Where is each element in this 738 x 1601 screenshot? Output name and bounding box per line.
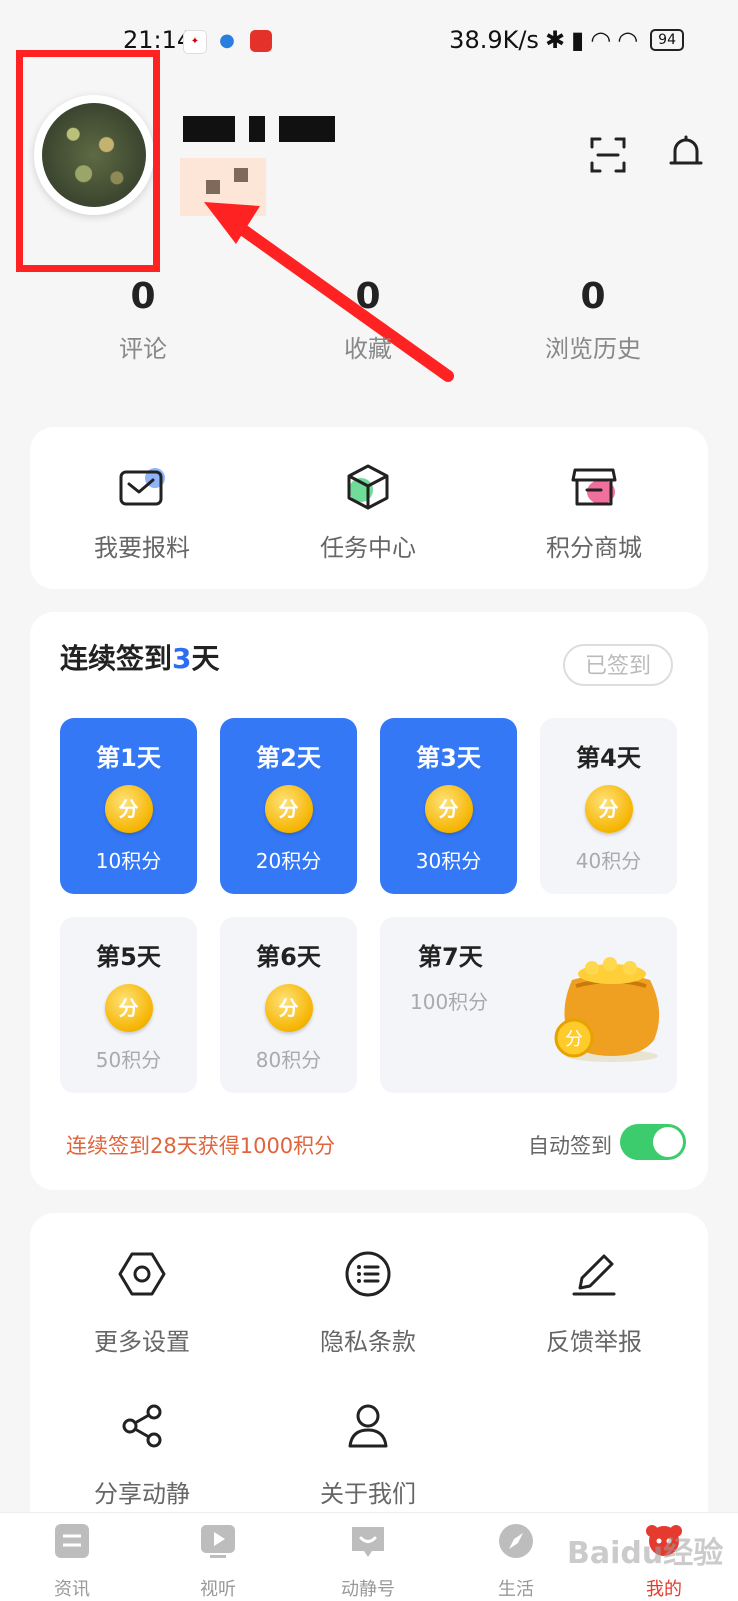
- pen-icon: [572, 1254, 616, 1296]
- settings-label: 隐私条款: [320, 1328, 416, 1356]
- video-icon: [201, 1525, 235, 1558]
- quick-action-report[interactable]: 我要报料: [42, 460, 242, 563]
- coin-icon: 分: [104, 984, 153, 1032]
- signin-day-1: 第1天 分 10积分: [60, 718, 197, 894]
- settings-feedback[interactable]: 反馈举报: [494, 1248, 694, 1357]
- signin-day-6: 第6天 分 80积分: [220, 917, 357, 1093]
- settings-label: 反馈举报: [546, 1328, 642, 1356]
- streak-count: 3: [172, 642, 192, 675]
- settings-more[interactable]: 更多设置: [42, 1248, 242, 1357]
- compass-icon: [499, 1524, 533, 1558]
- coin-icon: 分: [104, 785, 153, 833]
- quick-action-label: 任务中心: [320, 534, 416, 562]
- auto-signin-label: 自动签到: [528, 1134, 612, 1158]
- share-icon: [122, 1404, 162, 1448]
- quick-action-label: 积分商城: [546, 534, 642, 562]
- quick-action-store[interactable]: 积分商城: [494, 460, 694, 563]
- scan-icon[interactable]: [588, 135, 628, 175]
- coin-icon: 分: [584, 785, 633, 833]
- stat-label: 浏览历史: [545, 335, 641, 363]
- coin-icon: 分: [264, 785, 313, 833]
- stat-value: 0: [355, 276, 381, 317]
- bell-icon[interactable]: [665, 133, 707, 175]
- settings-privacy[interactable]: 隐私条款: [268, 1248, 468, 1357]
- stat-favorites[interactable]: 0 收藏: [293, 276, 443, 364]
- chat-icon: [352, 1527, 384, 1557]
- settings-share[interactable]: 分享动静: [42, 1400, 242, 1509]
- list-icon: [345, 1251, 391, 1297]
- signin-day-2: 第2天 分 20积分: [220, 718, 357, 894]
- nav-tab-life[interactable]: 生活: [466, 1521, 566, 1601]
- stat-value: 0: [130, 276, 156, 317]
- stat-history[interactable]: 0 浏览历史: [518, 276, 668, 364]
- mail-icon: [119, 468, 165, 506]
- stat-label: 收藏: [344, 335, 392, 363]
- money-bag-icon: 分: [554, 957, 660, 1062]
- watermark: Baidu经验: [567, 1536, 724, 1571]
- settings-label: 分享动静: [94, 1480, 190, 1508]
- nav-tab-video[interactable]: 视听: [168, 1521, 268, 1601]
- stat-comments[interactable]: 0 评论: [68, 276, 218, 364]
- stat-label: 评论: [119, 335, 167, 363]
- coin-icon: 分: [264, 984, 313, 1032]
- store-icon: [571, 468, 617, 506]
- quick-action-label: 我要报料: [94, 534, 190, 562]
- signin-card: [30, 612, 708, 1190]
- settings-label: 更多设置: [94, 1328, 190, 1356]
- signin-day-4: 第4天 分 40积分: [540, 718, 677, 894]
- signin-title: 连续签到3天: [60, 642, 220, 675]
- box-icon: [347, 464, 389, 510]
- person-icon: [348, 1404, 388, 1448]
- news-icon: [55, 1524, 89, 1558]
- nav-tab-chat[interactable]: 动静号: [318, 1521, 418, 1601]
- nav-tab-news[interactable]: 资讯: [22, 1521, 122, 1601]
- hexagon-settings-icon: [118, 1252, 166, 1296]
- svg-text:分: 分: [565, 1029, 583, 1050]
- settings-label: 关于我们: [320, 1480, 416, 1508]
- signin-day-3: 第3天 分 30积分: [380, 718, 517, 894]
- stat-value: 0: [580, 276, 606, 317]
- signed-button[interactable]: 已签到: [563, 644, 673, 686]
- quick-action-tasks[interactable]: 任务中心: [268, 460, 468, 563]
- auto-signin-toggle[interactable]: [620, 1124, 686, 1160]
- streak-reward-text: 连续签到28天获得1000积分: [66, 1134, 336, 1158]
- coin-icon: 分: [424, 785, 473, 833]
- signin-day-5: 第5天 分 50积分: [60, 917, 197, 1093]
- settings-about[interactable]: 关于我们: [268, 1400, 468, 1509]
